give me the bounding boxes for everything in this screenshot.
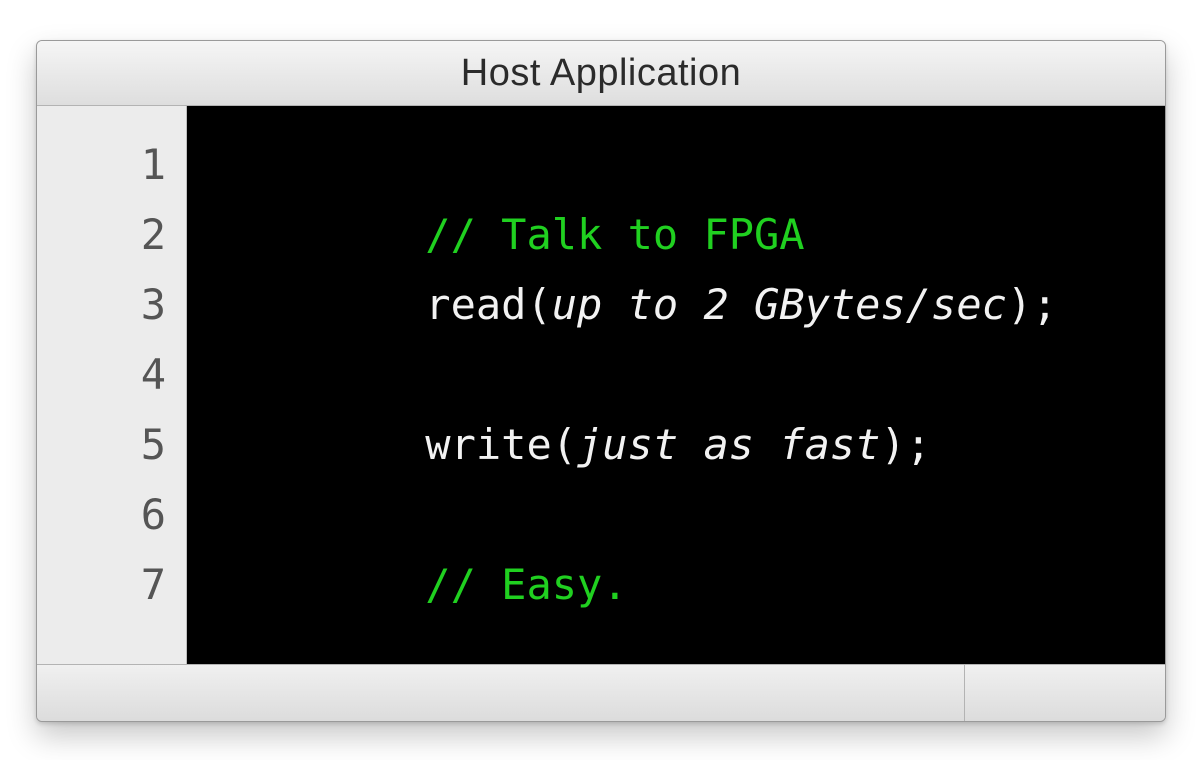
window-title: Host Application (461, 52, 742, 95)
editor-body: 1 2 3 4 5 6 7 // Talk to FPGA read(up to… (37, 106, 1165, 664)
code-token-arg: up to 2 GBytes/sec (552, 280, 1007, 329)
line-number: 2 (37, 200, 186, 270)
code-editor[interactable]: // Talk to FPGA read(up to 2 GBytes/sec)… (187, 106, 1165, 664)
window-titlebar[interactable]: Host Application (37, 41, 1165, 106)
code-token-comment: // Talk to FPGA (425, 210, 804, 259)
code-line-current[interactable] (223, 550, 1165, 620)
status-cell[interactable] (964, 665, 1165, 721)
app-window: Host Application 1 2 3 4 5 6 7 // Talk t… (36, 40, 1166, 722)
code-token-arg: just as fast (577, 420, 880, 469)
code-line[interactable]: // Easy. (223, 480, 1165, 550)
status-bar (37, 664, 1165, 721)
line-number: 3 (37, 270, 186, 340)
line-number: 1 (37, 130, 186, 200)
code-token: write( (425, 420, 577, 469)
line-number-gutter: 1 2 3 4 5 6 7 (37, 106, 187, 664)
code-token: read( (425, 280, 551, 329)
line-number: 4 (37, 340, 186, 410)
code-token: ); (1007, 280, 1058, 329)
line-number: 6 (37, 480, 186, 550)
status-spacer (37, 665, 964, 721)
line-number: 7 (37, 550, 186, 620)
code-token: ); (880, 420, 931, 469)
line-number: 5 (37, 410, 186, 480)
code-line[interactable]: write(just as fast); (223, 340, 1165, 410)
code-line[interactable]: // Talk to FPGA (223, 130, 1165, 200)
code-token-comment: // Easy. (425, 560, 627, 609)
